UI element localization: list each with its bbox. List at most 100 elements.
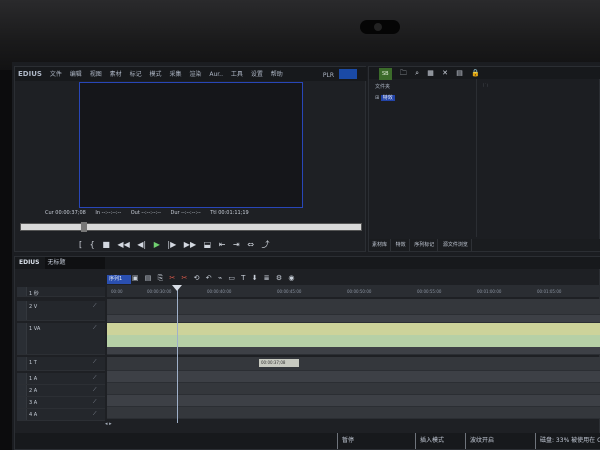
folder-icon[interactable]: 🗀 <box>400 69 407 77</box>
cut-icon[interactable]: ✂ <box>169 274 175 282</box>
mixer-icon[interactable]: ≣ <box>264 274 270 282</box>
insert-icon[interactable]: ⇤ <box>219 240 226 249</box>
track-lane[interactable] <box>107 299 600 315</box>
menu-capture[interactable]: 采集 <box>166 68 184 82</box>
track-lane[interactable] <box>107 315 600 323</box>
plr-label[interactable]: PLR <box>320 69 337 83</box>
set-out-icon[interactable]: { <box>90 240 95 249</box>
step-forward-icon[interactable]: |▶ <box>167 240 176 249</box>
fast-forward-icon[interactable]: ▶▶ <box>184 240 196 249</box>
replace-icon[interactable]: ⇔ <box>247 240 254 249</box>
overwrite-icon[interactable]: ⇥ <box>233 240 240 249</box>
folder-small-icon: 🗀 <box>483 83 489 89</box>
track-header[interactable]: 1 秒 <box>17 287 105 297</box>
menu-tools[interactable]: 工具 <box>228 68 246 82</box>
playhead-line[interactable] <box>177 287 178 423</box>
grid-icon[interactable]: ▤ <box>456 69 463 77</box>
menu-clip[interactable]: 素材 <box>107 68 125 82</box>
tree-item[interactable]: ⊞ 特效 <box>369 94 476 101</box>
clip-icon[interactable]: ▭ <box>228 274 235 282</box>
link-icon[interactable]: ⟋ <box>93 359 97 365</box>
close-icon[interactable]: ✕ <box>442 69 448 77</box>
menu-settings[interactable]: 设置 <box>248 68 266 82</box>
link-icon[interactable]: ⟋ <box>93 303 97 309</box>
scroll-arrows[interactable]: ◂ ▸ <box>105 421 135 429</box>
track-lane[interactable] <box>107 371 600 383</box>
tab-bin[interactable]: 素材库 <box>369 239 392 251</box>
timeline-window: EDIUS 无标题 □ ▣ ▤ ⎘ ✂ ✂ ⟲ ↶ ⌁ ▭ T ⬇ ≣ ⚙ ◉ … <box>14 256 600 450</box>
play-icon[interactable]: ▶ <box>154 240 160 249</box>
save-icon[interactable]: ▤ <box>145 274 152 282</box>
preview-monitor[interactable] <box>79 82 303 208</box>
tab-source-browser[interactable]: 源文件浏览 <box>440 239 472 251</box>
bin-toolbar: SB 🗀 ⌕ ▦ ✕ ▤ 🔒 <box>369 67 600 80</box>
track-lane[interactable] <box>107 395 600 407</box>
menu-aur[interactable]: Aur.. <box>206 68 226 82</box>
status-insert-mode[interactable]: 插入模式 <box>415 433 444 449</box>
tab-effects[interactable]: 特效 <box>393 239 410 251</box>
track-header[interactable]: 4 A ⟋ <box>17 409 105 421</box>
settings-icon[interactable]: ⚙ <box>276 274 282 282</box>
track-header[interactable]: 1 VA ⟋ <box>17 323 105 355</box>
transport-controls: [ { ■ ◀◀ ◀| ▶ |▶ ▶▶ ⬓ ⇤ ⇥ ⇔ ⤴ <box>79 239 349 251</box>
redo-icon[interactable]: ⟲ <box>194 274 200 282</box>
tree-item-label[interactable]: 特效 <box>380 95 395 101</box>
status-ripple[interactable]: 波纹开启 <box>465 433 494 449</box>
track-header[interactable]: 2 A ⟋ <box>17 385 105 397</box>
track-lane[interactable] <box>107 407 600 419</box>
link-icon[interactable]: ⟋ <box>93 375 97 381</box>
track-header[interactable]: 1 T ⟋ <box>17 357 105 371</box>
track-header[interactable]: 1 A ⟋ <box>17 373 105 385</box>
audio-clip[interactable] <box>107 335 600 347</box>
link-icon[interactable]: ⟋ <box>93 411 97 417</box>
split-icon[interactable]: ⌁ <box>218 274 222 282</box>
output-icon[interactable]: ⬓ <box>204 240 212 249</box>
track-header[interactable]: 3 A ⟋ <box>17 397 105 409</box>
track-header[interactable]: 2 V ⟋ <box>17 301 105 321</box>
lock-icon[interactable]: 🔒 <box>471 69 480 77</box>
title-icon[interactable]: T <box>241 274 245 282</box>
scrub-knob[interactable] <box>81 222 87 232</box>
scrub-bar[interactable] <box>20 222 362 232</box>
open-icon[interactable]: ▣ <box>132 274 139 282</box>
track-lane[interactable] <box>107 357 600 371</box>
timeline-logo: EDIUS <box>19 259 40 266</box>
ruler-label: 00:01:00:00 <box>477 289 502 294</box>
menu-mode[interactable]: 模式 <box>147 68 165 82</box>
link-icon[interactable]: ⟋ <box>93 399 97 405</box>
time-ruler[interactable]: 00:00 00:00:30:00 00:00:40:00 00:00:45:0… <box>107 285 600 297</box>
link-icon[interactable]: ⟋ <box>93 325 97 331</box>
undo-icon[interactable]: ↶ <box>206 274 212 282</box>
export-icon[interactable]: ⤴ <box>262 240 270 249</box>
set-in-icon[interactable]: [ <box>79 240 82 249</box>
expand-icon[interactable]: ⊞ <box>375 95 381 101</box>
rewind-icon[interactable]: ◀◀ <box>117 240 129 249</box>
ripple-cut-icon[interactable]: ✂ <box>182 274 188 282</box>
audio-record-icon[interactable]: ⬇ <box>252 274 258 282</box>
menu-file[interactable]: 文件 <box>47 68 65 82</box>
search-icon[interactable]: ⌕ <box>415 69 419 77</box>
player-window: EDIUS 文件 编辑 视图 素材 标记 模式 采集 渲染 Aur.. 工具 设… <box>14 66 367 252</box>
menu-edit[interactable]: 编辑 <box>67 68 85 82</box>
link-icon[interactable]: ⟋ <box>93 387 97 393</box>
menu-marker[interactable]: 标记 <box>127 68 145 82</box>
tab-sequence-markers[interactable]: 序列标记 <box>411 239 439 251</box>
clip-list[interactable]: 🗀 <box>477 79 600 237</box>
track-lane[interactable] <box>107 347 600 355</box>
menu-help[interactable]: 帮助 <box>268 68 286 82</box>
track-lane[interactable] <box>107 383 600 395</box>
stop-icon[interactable]: ■ <box>102 240 110 249</box>
copy-icon[interactable]: ⎘ <box>158 274 164 282</box>
step-back-icon[interactable]: ◀| <box>137 240 146 249</box>
view-icon[interactable]: ▦ <box>427 69 434 77</box>
plr-mode-toggle[interactable] <box>339 69 357 79</box>
status-disk: 磁盘: 33% 被使用在 C: <box>535 433 600 449</box>
menu-view[interactable]: 视图 <box>87 68 105 82</box>
sequence-tab[interactable]: 序列1 <box>107 275 131 284</box>
video-clip[interactable] <box>107 323 600 335</box>
in-timecode: In --:--:--:-- <box>95 210 122 216</box>
out-timecode: Out --:--:--:-- <box>130 210 161 216</box>
menu-render[interactable]: 渲染 <box>186 68 204 82</box>
render-icon[interactable]: ◉ <box>288 274 294 282</box>
list-header: 🗀 <box>477 79 600 95</box>
